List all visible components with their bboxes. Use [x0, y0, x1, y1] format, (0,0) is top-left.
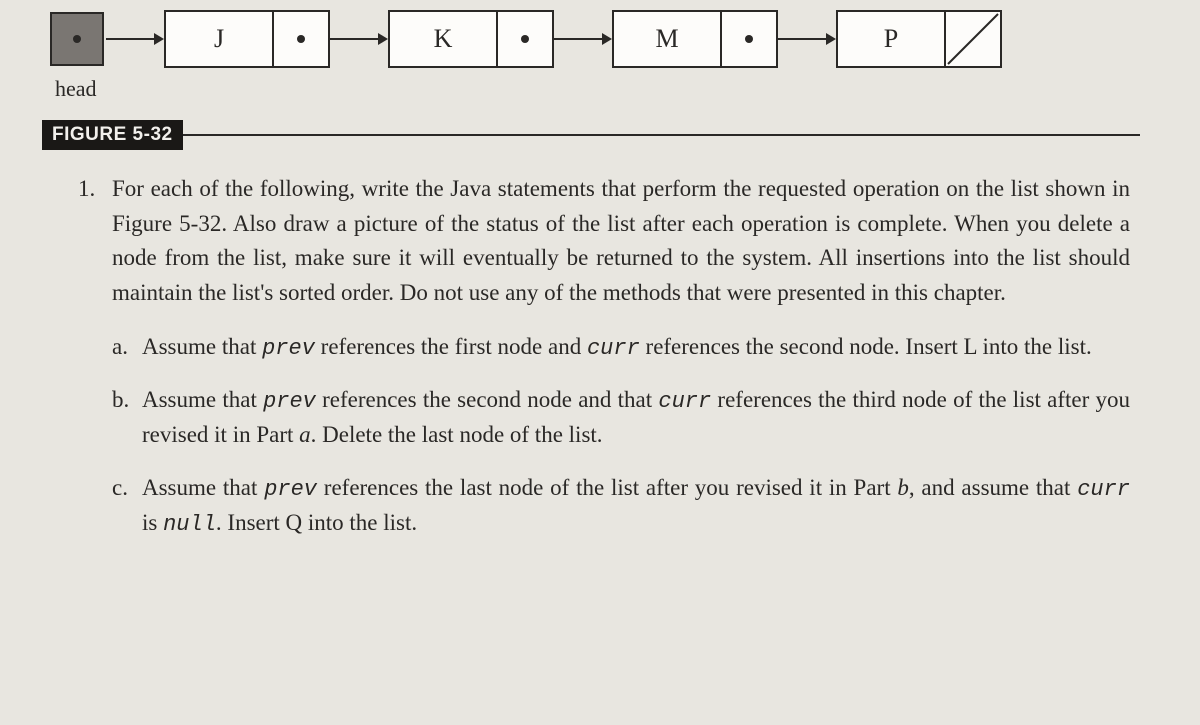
linked-list-diagram: J K M P: [50, 10, 1170, 68]
code-prev: prev: [262, 336, 315, 361]
part-marker: a.: [112, 330, 142, 365]
node-pointer: [498, 12, 552, 66]
node-pointer: [274, 12, 328, 66]
part-body: Assume that prev references the first no…: [142, 330, 1130, 365]
text: Assume that: [142, 387, 263, 412]
head-node: [50, 12, 104, 66]
list-node: K: [388, 10, 554, 68]
text: . Delete the last node of the list.: [311, 422, 603, 447]
horizontal-rule: [183, 134, 1140, 136]
text: references the second node and that: [316, 387, 658, 412]
code-curr: curr: [1077, 477, 1130, 502]
arrow: [106, 33, 164, 45]
text: , and assume that: [909, 475, 1077, 500]
head-label: head: [55, 76, 1170, 102]
figure-caption-bar: FIGURE 5-32: [42, 120, 1140, 150]
code-prev: prev: [264, 477, 317, 502]
node-pointer: [722, 12, 776, 66]
code-null: null: [163, 512, 216, 537]
figure-label: FIGURE 5-32: [42, 120, 183, 150]
code-prev: prev: [263, 389, 316, 414]
part-body: Assume that prev references the last nod…: [142, 471, 1130, 541]
text: is: [142, 510, 163, 535]
list-node: M: [612, 10, 778, 68]
question-number: 1.: [78, 172, 112, 310]
node-data: K: [390, 12, 498, 66]
null-pointer: [946, 12, 1000, 66]
text: references the first node and: [315, 334, 587, 359]
node-data: J: [166, 12, 274, 66]
code-curr: curr: [587, 336, 640, 361]
question-part: a. Assume that prev references the first…: [112, 330, 1130, 365]
part-marker: c.: [112, 471, 142, 541]
question-block: 1. For each of the following, write the …: [78, 172, 1130, 541]
list-node: J: [164, 10, 330, 68]
node-data: P: [838, 12, 946, 66]
text: . Insert Q into the list.: [216, 510, 417, 535]
part-body: Assume that prev references the second n…: [142, 383, 1130, 453]
list-node: P: [836, 10, 1002, 68]
code-curr: curr: [658, 389, 711, 414]
italic-ref: b: [897, 475, 909, 500]
question-part: c. Assume that prev references the last …: [112, 471, 1130, 541]
node-data: M: [614, 12, 722, 66]
arrow: [554, 33, 612, 45]
question-stem: For each of the following, write the Jav…: [112, 172, 1130, 310]
pointer-dot: [73, 35, 81, 43]
arrow: [330, 33, 388, 45]
text: Assume that: [142, 475, 264, 500]
italic-ref: a: [299, 422, 311, 447]
text: references the last node of the list aft…: [317, 475, 897, 500]
text: Assume that: [142, 334, 262, 359]
question-part: b. Assume that prev references the secon…: [112, 383, 1130, 453]
arrow: [778, 33, 836, 45]
part-marker: b.: [112, 383, 142, 453]
text: references the second node. Insert L int…: [640, 334, 1092, 359]
